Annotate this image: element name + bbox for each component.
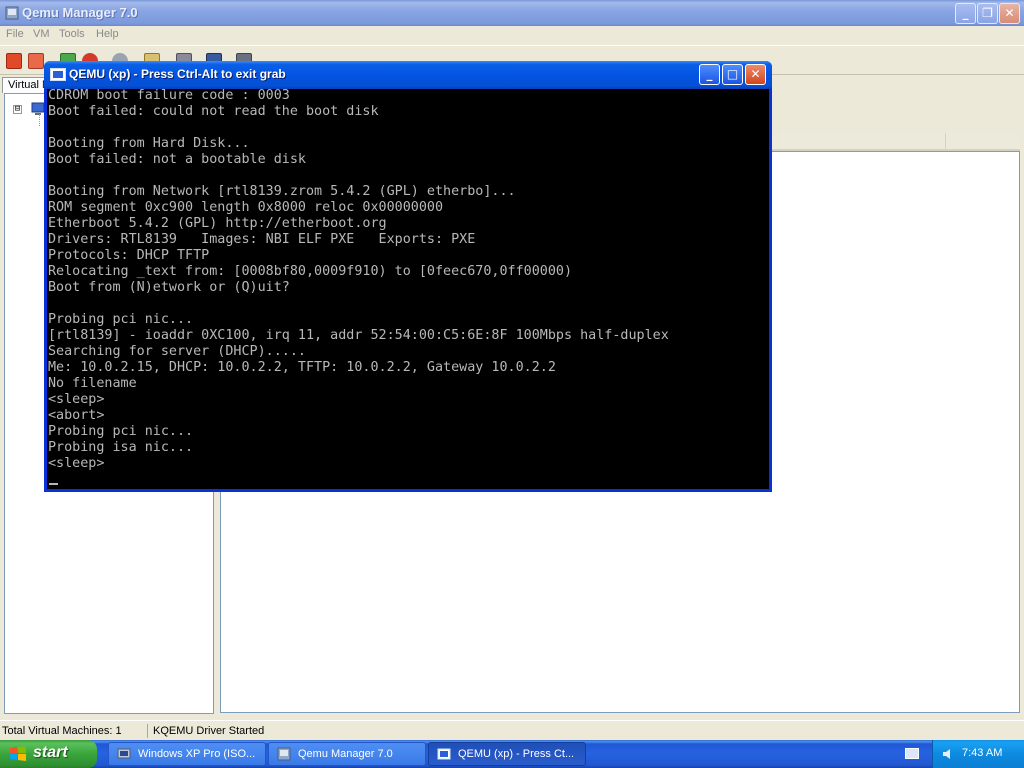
console-line: No filename <box>48 376 137 391</box>
console-cursor <box>49 483 58 485</box>
qemu-close-button[interactable]: ✕ <box>745 64 766 85</box>
console-line: Booting from Hard Disk... <box>48 136 250 151</box>
console-line: Probing isa nic... <box>48 440 194 455</box>
system-tray: 7:43 AM <box>932 740 1024 768</box>
tree-collapse-icon[interactable]: ⊟ <box>13 105 22 114</box>
qemu-app-icon <box>50 68 66 81</box>
console-line: <abort> <box>48 408 105 423</box>
start-button[interactable]: start <box>0 740 97 768</box>
console-output: CDROM boot failure code : 0003 Boot faile… <box>48 89 669 472</box>
delete-vm-icon[interactable] <box>28 53 44 69</box>
status-vm-count: Total Virtual Machines: 1 <box>2 725 122 737</box>
start-label: start <box>33 744 68 761</box>
manager-minimize-button[interactable]: _ <box>955 3 976 24</box>
qemu-manager-app-icon <box>5 6 19 20</box>
task-label: Windows XP Pro (ISO... <box>138 748 256 760</box>
console-line: Etherboot 5.4.2 (GPL) http://etherboot.o… <box>48 216 387 231</box>
manager-close-button[interactable]: ✕ <box>999 3 1020 24</box>
manager-menu-bar: File VM Tools Help <box>0 26 1024 44</box>
task-label: QEMU (xp) - Press Ct... <box>458 748 575 760</box>
console-line: CDROM boot failure code : 0003 <box>48 89 290 103</box>
qemu-vm-window: QEMU (xp) - Press Ctrl-Alt to exit grab … <box>44 61 772 492</box>
qemu-window-title: QEMU (xp) - Press Ctrl-Alt to exit grab <box>69 67 286 81</box>
console-line: [rtl8139] - ioaddr 0XC100, irq 11, addr … <box>48 328 669 343</box>
speaker-icon[interactable] <box>941 747 955 761</box>
keyboard-layout-icon[interactable] <box>905 748 919 759</box>
console-line: Probing pci nic... <box>48 312 194 327</box>
status-separator <box>147 724 148 738</box>
task-qemu-xp[interactable]: QEMU (xp) - Press Ct... <box>428 742 586 766</box>
console-line: Relocating _text from: [0008bf80,0009f91… <box>48 264 573 279</box>
manager-restore-button[interactable]: ❐ <box>977 3 998 24</box>
menu-file[interactable]: File <box>6 28 24 40</box>
clock[interactable]: 7:43 AM <box>962 747 1002 759</box>
console-line: Boot failed: not a bootable disk <box>48 152 306 167</box>
console-line: Booting from Network [rtl8139.zrom 5.4.2… <box>48 184 516 199</box>
task-qemu-manager[interactable]: Qemu Manager 7.0 <box>268 742 426 766</box>
manager-window-title: Qemu Manager 7.0 <box>22 5 138 20</box>
console-line: Boot from (N)etwork or (Q)uit? <box>48 280 290 295</box>
menu-vm[interactable]: VM <box>33 28 50 40</box>
task-label: Qemu Manager 7.0 <box>298 748 393 760</box>
windows-flag-icon <box>10 746 26 761</box>
list-column-header-end[interactable] <box>945 133 1020 151</box>
qemu-manager-icon <box>277 747 291 761</box>
qemu-title-bar[interactable]: QEMU (xp) - Press Ctrl-Alt to exit grab … <box>44 61 772 89</box>
computer-icon <box>31 102 45 115</box>
console-line: Drivers: RTL8139 Images: NBI ELF PXE Exp… <box>48 232 476 247</box>
taskbar: start Windows XP Pro (ISO... Qemu Manage… <box>0 740 1024 768</box>
qemu-vm-icon <box>117 748 131 759</box>
console-line: Boot failed: could not read the boot dis… <box>48 104 379 119</box>
status-driver: KQEMU Driver Started <box>153 725 265 737</box>
console-line: ROM segment 0xc900 length 0x8000 reloc 0… <box>48 200 444 215</box>
manager-status-bar: Total Virtual Machines: 1 KQEMU Driver S… <box>0 720 1024 740</box>
console-line: <sleep> <box>48 456 105 471</box>
tree-connector-line <box>39 114 40 126</box>
new-vm-icon[interactable] <box>6 53 22 69</box>
manager-title-bar[interactable]: Qemu Manager 7.0 _ ❐ ✕ <box>0 0 1024 26</box>
console-line: Probing pci nic... <box>48 424 194 439</box>
console-line: Me: 10.0.2.15, DHCP: 10.0.2.2, TFTP: 10.… <box>48 360 556 375</box>
task-windows-xp-iso[interactable]: Windows XP Pro (ISO... <box>108 742 266 766</box>
tab-virtual-machines[interactable]: Virtual M <box>2 77 46 93</box>
qemu-window-icon <box>437 748 451 760</box>
vm-console-screen[interactable]: CDROM boot failure code : 0003 Boot faile… <box>47 89 769 489</box>
console-line: Protocols: DHCP TFTP <box>48 248 210 263</box>
qemu-maximize-button[interactable]: □ <box>722 64 743 85</box>
list-column-header[interactable] <box>770 133 945 151</box>
qemu-minimize-button[interactable]: _ <box>699 64 720 85</box>
console-line: Searching for server (DHCP)..... <box>48 344 306 359</box>
console-line: <sleep> <box>48 392 105 407</box>
menu-help[interactable]: Help <box>96 28 119 40</box>
menu-tools[interactable]: Tools <box>59 28 85 40</box>
